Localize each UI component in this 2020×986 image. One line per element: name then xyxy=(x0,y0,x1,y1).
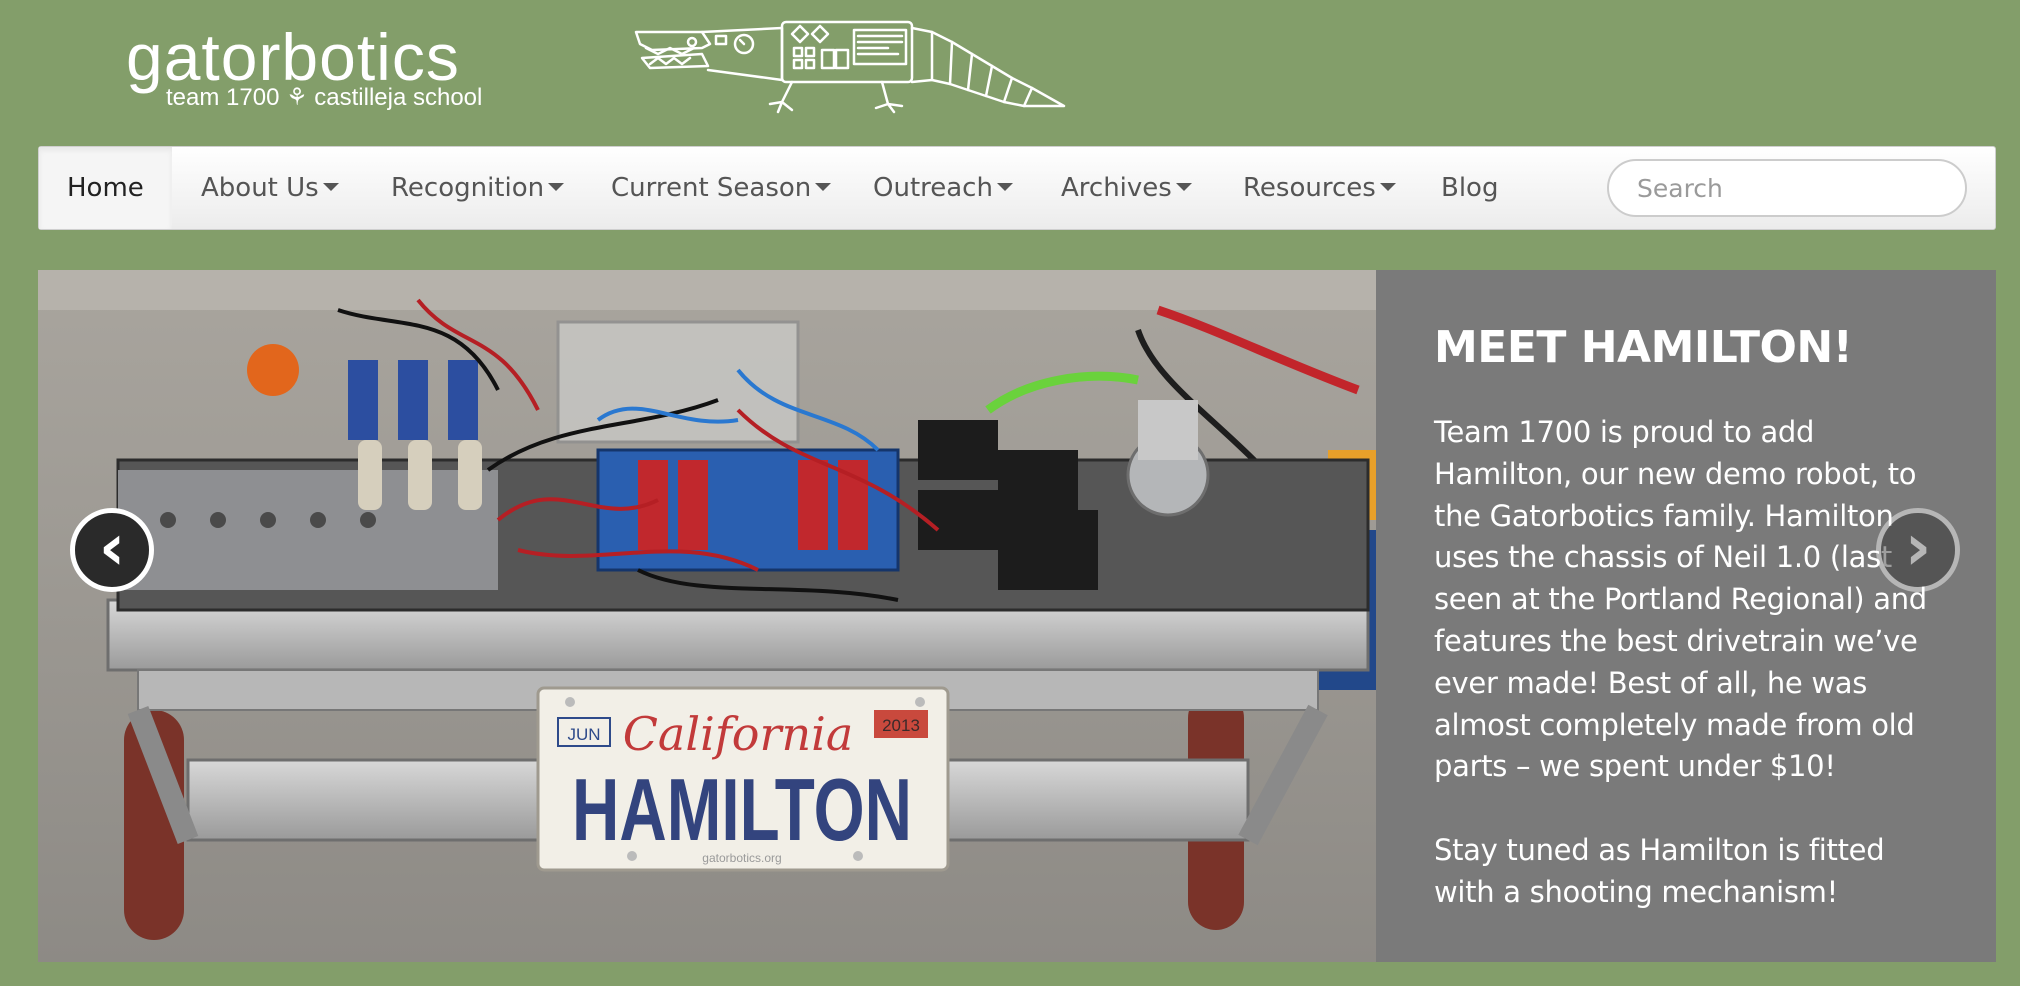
slide-caption: MEET HAMILTON! Team 1700 is proud to add… xyxy=(1376,270,1996,962)
nav-current-season[interactable]: Current Season xyxy=(611,147,832,229)
nav-blog-label: Blog xyxy=(1441,173,1499,203)
caret-down-icon xyxy=(1379,182,1396,191)
nav-recognition-label: Recognition xyxy=(391,173,545,203)
caret-down-icon xyxy=(548,182,565,191)
main-navbar: Home About Us Recognition Current Season… xyxy=(38,146,1996,230)
search-input[interactable] xyxy=(1607,159,1967,217)
nav-archives-label: Archives xyxy=(1061,173,1172,203)
robot-alligator-icon xyxy=(634,20,1066,114)
site-subtitle: team 1700 ⚘ castilleja school xyxy=(166,84,483,111)
chevron-right-icon: › xyxy=(1904,511,1932,585)
carousel-next-button[interactable]: › xyxy=(1876,508,1960,592)
nav-resources-label: Resources xyxy=(1243,173,1376,203)
slide-title: MEET HAMILTON! xyxy=(1434,322,1853,373)
svg-text:2013: 2013 xyxy=(882,716,920,735)
svg-text:gatorbotics.org: gatorbotics.org xyxy=(702,851,781,865)
robot-photo: JUN California 2013 HAMILTON gatorbotics… xyxy=(38,270,1376,962)
carousel-prev-button[interactable]: ‹ xyxy=(70,508,154,592)
slide-paragraph: Team 1700 is proud to add Hamilton, our … xyxy=(1434,415,1927,784)
license-plate: JUN California 2013 HAMILTON gatorbotics… xyxy=(536,686,950,872)
nav-resources[interactable]: Resources xyxy=(1243,147,1396,229)
svg-text:JUN: JUN xyxy=(567,725,600,744)
site-title: gatorbotics xyxy=(126,20,460,94)
nav-home-label: Home xyxy=(67,173,144,203)
nav-about-us-label: About Us xyxy=(201,173,319,203)
nav-home[interactable]: Home xyxy=(39,147,172,229)
slide-paragraph: Stay tuned as Hamilton is fitted with a … xyxy=(1434,833,1885,909)
caret-down-icon xyxy=(996,182,1013,191)
nav-about-us[interactable]: About Us xyxy=(201,147,339,229)
caret-down-icon xyxy=(1175,182,1192,191)
nav-outreach[interactable]: Outreach xyxy=(873,147,1013,229)
nav-current-season-label: Current Season xyxy=(611,173,812,203)
svg-text:California: California xyxy=(623,707,854,761)
chevron-left-icon: ‹ xyxy=(98,511,126,585)
slide-photo: JUN California 2013 HAMILTON gatorbotics… xyxy=(38,270,1376,962)
caret-down-icon xyxy=(815,182,832,191)
nav-archives[interactable]: Archives xyxy=(1061,147,1192,229)
nav-blog[interactable]: Blog xyxy=(1441,147,1498,229)
caret-down-icon xyxy=(322,182,339,191)
hero-carousel: JUN California 2013 HAMILTON gatorbotics… xyxy=(38,270,1996,962)
svg-text:HAMILTON: HAMILTON xyxy=(572,760,912,859)
site-logo[interactable]: gatorbotics team 1700 ⚘ castilleja schoo… xyxy=(126,22,506,122)
nav-recognition[interactable]: Recognition xyxy=(391,147,565,229)
nav-outreach-label: Outreach xyxy=(873,173,993,203)
